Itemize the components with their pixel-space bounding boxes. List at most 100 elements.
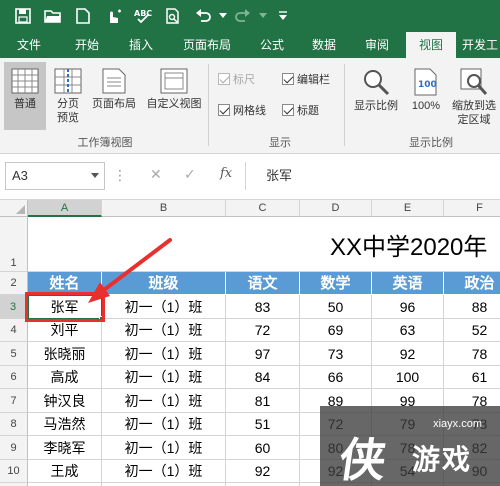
cell-f6[interactable]: 61 xyxy=(444,366,500,389)
cell-b6[interactable]: 初一（1）班 xyxy=(102,366,226,389)
custom-views-button[interactable]: 自定义视图 xyxy=(142,62,206,130)
tab-review[interactable]: 审阅 xyxy=(355,32,399,58)
redo-dropdown-icon[interactable] xyxy=(258,3,268,29)
tab-formulas[interactable]: 公式 xyxy=(250,32,294,58)
cell-b10[interactable]: 初一（1）班 xyxy=(102,460,226,483)
cell-c10[interactable]: 92 xyxy=(226,460,300,483)
cell-c4[interactable]: 72 xyxy=(226,319,300,342)
cell-d6[interactable]: 66 xyxy=(300,366,372,389)
cell-f4[interactable]: 52 xyxy=(444,319,500,342)
cell-d5[interactable]: 73 xyxy=(300,342,372,366)
header-cell-e[interactable]: 英语 xyxy=(372,272,444,295)
ribbon-tabs: 文件 开始 插入 页面布局 公式 数据 审阅 视图 开发工 xyxy=(0,32,500,58)
tab-file[interactable]: 文件 xyxy=(6,32,52,58)
cell-b7[interactable]: 初一（1）班 xyxy=(102,389,226,413)
header-cell-f[interactable]: 政治 xyxy=(444,272,500,295)
tab-home[interactable]: 开始 xyxy=(64,32,110,58)
normal-view-label: 普通 xyxy=(14,98,36,110)
headings-checkbox[interactable]: 标题 xyxy=(282,102,319,118)
select-all-button[interactable] xyxy=(0,200,28,217)
formula-input[interactable]: 张军 xyxy=(252,162,500,190)
row-header-9[interactable]: 9 xyxy=(0,436,28,460)
cell-e3[interactable]: 96 xyxy=(372,295,444,319)
column-header-c[interactable]: C xyxy=(226,200,300,217)
tab-developer[interactable]: 开发工 xyxy=(462,32,500,58)
cell-c6[interactable]: 84 xyxy=(226,366,300,389)
insert-function-icon[interactable]: fx xyxy=(220,166,232,181)
touch-mode-icon[interactable] xyxy=(98,3,128,29)
column-header-a[interactable]: A xyxy=(28,200,102,217)
cell-c5[interactable]: 97 xyxy=(226,342,300,366)
cell-b4[interactable]: 初一（1）班 xyxy=(102,319,226,342)
formula-bar-grip-icon[interactable]: ⋮ xyxy=(113,167,127,184)
cell-c7[interactable]: 81 xyxy=(226,389,300,413)
row-header-6[interactable]: 6 xyxy=(0,366,28,389)
cell-d3[interactable]: 50 xyxy=(300,295,372,319)
row-header-8[interactable]: 8 xyxy=(0,413,28,436)
page-break-preview-button[interactable]: 分页预览 xyxy=(50,62,86,130)
header-cell-d[interactable]: 数学 xyxy=(300,272,372,295)
header-cell-c[interactable]: 语文 xyxy=(226,272,300,295)
tab-view[interactable]: 视图 xyxy=(406,32,456,58)
redo-icon[interactable] xyxy=(228,3,258,29)
name-box-dropdown-icon[interactable] xyxy=(91,173,99,178)
gridlines-checkbox[interactable]: 网格线 xyxy=(218,102,266,118)
cancel-icon[interactable]: ✕ xyxy=(150,166,162,183)
column-header-d[interactable]: D xyxy=(300,200,372,217)
cell-c3[interactable]: 83 xyxy=(226,295,300,319)
row-header-1[interactable]: 1 xyxy=(0,217,28,272)
enter-icon[interactable]: ✓ xyxy=(184,166,196,183)
row-header-4[interactable]: 4 xyxy=(0,319,28,342)
cell-a3[interactable]: 张军 xyxy=(28,295,102,319)
zoom-100-button[interactable]: 100 100% xyxy=(406,62,446,130)
formula-bar-checkbox[interactable]: 编辑栏 xyxy=(282,71,330,87)
cell-d4[interactable]: 69 xyxy=(300,319,372,342)
cell-a5[interactable]: 张晓丽 xyxy=(28,342,102,366)
cell-a7[interactable]: 钟汉良 xyxy=(28,389,102,413)
customize-toolbar-icon[interactable] xyxy=(268,3,298,29)
row-header-3[interactable]: 3 xyxy=(0,295,28,319)
tab-data[interactable]: 数据 xyxy=(302,32,346,58)
spelling-check-icon[interactable]: ABC xyxy=(128,3,158,29)
row-header-7[interactable]: 7 xyxy=(0,389,28,413)
column-header-f[interactable]: F xyxy=(444,200,500,217)
cell-b9[interactable]: 初一（1）班 xyxy=(102,436,226,460)
column-header-b[interactable]: B xyxy=(102,200,226,217)
cell-c8[interactable]: 51 xyxy=(226,413,300,436)
zoom-button[interactable]: 显示比例 xyxy=(350,62,402,130)
cell-a6[interactable]: 高成 xyxy=(28,366,102,389)
row-header-10[interactable]: 10 xyxy=(0,460,28,483)
save-icon[interactable] xyxy=(8,3,38,29)
page-layout-view-button[interactable]: 页面布局 xyxy=(88,62,140,130)
tab-insert[interactable]: 插入 xyxy=(118,32,164,58)
cell-b3[interactable]: 初一（1）班 xyxy=(102,295,226,319)
cell-a9[interactable]: 李晓军 xyxy=(28,436,102,460)
tab-page-layout[interactable]: 页面布局 xyxy=(175,32,239,58)
cell-b5[interactable]: 初一（1）班 xyxy=(102,342,226,366)
cell-f3[interactable]: 88 xyxy=(444,295,500,319)
row-header-2[interactable]: 2 xyxy=(0,272,28,295)
normal-view-button[interactable]: 普通 xyxy=(4,62,46,130)
sheet-title[interactable]: XX中学2020年 xyxy=(330,227,487,262)
row-header-5[interactable]: 5 xyxy=(0,342,28,366)
new-file-icon[interactable] xyxy=(68,3,98,29)
cell-e6[interactable]: 100 xyxy=(372,366,444,389)
header-cell-a[interactable]: 姓名 xyxy=(28,272,102,295)
cell-c9[interactable]: 60 xyxy=(226,436,300,460)
header-cell-b[interactable]: 班级 xyxy=(102,272,226,295)
cell-a10[interactable]: 王成 xyxy=(28,460,102,483)
zoom-to-selection-button[interactable]: 缩放到选定区域 xyxy=(448,62,500,130)
cell-e5[interactable]: 92 xyxy=(372,342,444,366)
column-header-e[interactable]: E xyxy=(372,200,444,217)
cell-a8[interactable]: 马浩然 xyxy=(28,413,102,436)
undo-icon[interactable] xyxy=(188,3,218,29)
print-preview-icon[interactable] xyxy=(158,3,188,29)
undo-dropdown-icon[interactable] xyxy=(218,3,228,29)
cell-e4[interactable]: 63 xyxy=(372,319,444,342)
name-box[interactable]: A3 xyxy=(5,162,105,190)
open-folder-icon[interactable] xyxy=(38,3,68,29)
cell-b8[interactable]: 初一（1）班 xyxy=(102,413,226,436)
cell-a4[interactable]: 刘平 xyxy=(28,319,102,342)
cell-f5[interactable]: 78 xyxy=(444,342,500,366)
workbook-views-group-label: 工作簿视图 xyxy=(77,137,133,149)
